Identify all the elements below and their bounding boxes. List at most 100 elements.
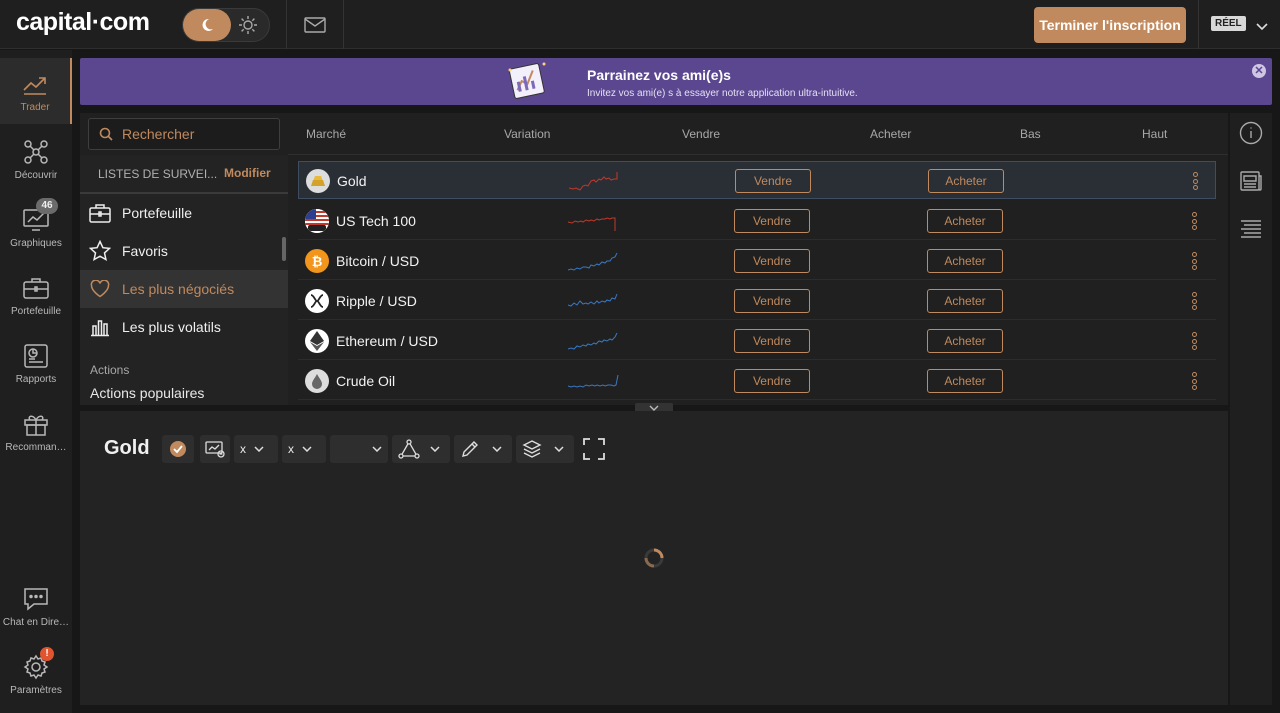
- watchlist-item-most-volatile[interactable]: Les plus volatils: [80, 308, 288, 346]
- nav-item-label: Portefeuille: [10, 305, 62, 317]
- buy-button[interactable]: Acheter: [927, 329, 1003, 353]
- more-options-icon[interactable]: [1191, 252, 1197, 270]
- watchlist-item-popular-stocks[interactable]: Actions populaires: [90, 385, 204, 401]
- nav-item-label: Trader: [20, 101, 50, 113]
- nav-item-referrals[interactable]: Recomman…: [0, 398, 72, 464]
- sell-button[interactable]: Vendre: [734, 329, 810, 353]
- interval-select[interactable]: x: [234, 435, 278, 463]
- gear-icon: !: [22, 646, 54, 681]
- news-icon[interactable]: [1239, 169, 1263, 193]
- sun-icon[interactable]: [235, 13, 261, 37]
- buy-button[interactable]: Acheter: [927, 289, 1003, 313]
- nav-item-settings[interactable]: ! Paramètres: [0, 641, 72, 707]
- period-select[interactable]: x: [282, 435, 326, 463]
- logo[interactable]: capital·com: [16, 8, 150, 37]
- right-rail: [1230, 113, 1272, 705]
- chevron-down-icon: [430, 446, 440, 452]
- nav-item-reports[interactable]: Rapports: [0, 330, 72, 396]
- market-row-ripple-usd[interactable]: Ripple / USD Vendre Acheter: [298, 282, 1216, 320]
- order-book-icon[interactable]: [1239, 217, 1263, 241]
- indicators-button[interactable]: [200, 435, 230, 463]
- gold-bar-icon: [306, 169, 330, 193]
- column-header-change[interactable]: Variation: [504, 127, 550, 141]
- column-header-low[interactable]: Bas: [1020, 127, 1041, 141]
- interval-value: x: [240, 442, 246, 456]
- sparkline-chart: [568, 293, 618, 307]
- sell-button[interactable]: Vendre: [734, 249, 810, 273]
- moon-icon[interactable]: [183, 9, 231, 41]
- briefcase-icon: [22, 274, 50, 302]
- sell-button[interactable]: Vendre: [734, 369, 810, 393]
- period-value: x: [288, 442, 294, 456]
- watchlist-item-most-traded[interactable]: Les plus négociés: [80, 270, 288, 308]
- gift-icon: [22, 410, 50, 438]
- market-name: Gold: [337, 173, 367, 189]
- sparkline-chart: [569, 172, 618, 191]
- sparkline-chart: [568, 374, 619, 388]
- theme-toggle[interactable]: [182, 8, 270, 42]
- close-icon[interactable]: ✕: [1252, 64, 1266, 78]
- column-header-buy[interactable]: Acheter: [870, 127, 911, 141]
- column-header-sell[interactable]: Vendre: [682, 127, 720, 141]
- watchlist-label: Les plus volatils: [122, 319, 221, 335]
- search-input[interactable]: [122, 126, 272, 142]
- drawing-tools-button[interactable]: [392, 435, 450, 463]
- chevron-down-icon[interactable]: [1256, 18, 1268, 36]
- more-options-icon[interactable]: [1191, 292, 1197, 310]
- market-name: Crude Oil: [336, 373, 396, 389]
- pencil-tools-button[interactable]: [454, 435, 512, 463]
- watchlist-item-favorites[interactable]: Favoris: [80, 232, 288, 270]
- chevron-down-icon: [254, 446, 264, 452]
- more-options-icon[interactable]: [1191, 332, 1197, 350]
- buy-button[interactable]: Acheter: [928, 169, 1004, 193]
- market-row-bitcoin-usd[interactable]: ₿ Bitcoin / USD Vendre Acheter: [298, 242, 1216, 280]
- chat-icon: [22, 585, 50, 613]
- us-flag-icon: [305, 209, 329, 233]
- market-row-ethereum-usd[interactable]: Ethereum / USD Vendre Acheter: [298, 322, 1216, 360]
- market-row-crude-oil[interactable]: Crude Oil Vendre Acheter: [298, 362, 1216, 400]
- mail-icon[interactable]: [302, 14, 328, 36]
- market-row-us-tech-100[interactable]: US Tech 100 Vendre Acheter: [298, 202, 1216, 240]
- buy-button[interactable]: Acheter: [927, 249, 1003, 273]
- more-options-icon[interactable]: [1191, 212, 1197, 230]
- more-options-icon[interactable]: [1192, 172, 1198, 190]
- search-box[interactable]: [88, 118, 280, 150]
- network-icon: [22, 138, 50, 166]
- buy-button[interactable]: Acheter: [927, 209, 1003, 233]
- sell-button[interactable]: Vendre: [734, 209, 810, 233]
- edit-watchlists-button[interactable]: Modifier: [224, 166, 271, 180]
- nav-item-trader[interactable]: Trader: [0, 58, 72, 124]
- chart-type-button[interactable]: [162, 435, 194, 463]
- watchlist-item-portfolio[interactable]: Portefeuille: [80, 194, 288, 232]
- watchlist-label: Les plus négociés: [122, 281, 235, 297]
- nav-item-label: Recomman…: [5, 441, 67, 453]
- market-name: Bitcoin / USD: [336, 253, 420, 269]
- fullscreen-icon[interactable]: [582, 437, 606, 466]
- account-type-badge[interactable]: RÉEL: [1211, 16, 1246, 31]
- chevron-down-icon: [372, 446, 382, 452]
- top-bar: capital·com Terminer l'inscription RÉEL: [0, 0, 1280, 49]
- nav-item-live-chat[interactable]: Chat en Dire…: [0, 573, 72, 639]
- column-header-high[interactable]: Haut: [1142, 127, 1167, 141]
- left-navigation: Trader Découvrir 46 Graphiques Portefeui…: [0, 50, 72, 713]
- referral-banner[interactable]: Parrainez vos ami(e)s Invitez vos ami(e)…: [80, 58, 1272, 105]
- watchlist-label: Portefeuille: [122, 205, 193, 221]
- more-options-icon[interactable]: [1191, 372, 1197, 390]
- sell-button[interactable]: Vendre: [735, 169, 811, 193]
- referral-illustration: [504, 60, 550, 109]
- info-icon[interactable]: [1239, 121, 1263, 145]
- nav-item-portfolio[interactable]: Portefeuille: [0, 262, 72, 328]
- buy-button[interactable]: Acheter: [927, 369, 1003, 393]
- finish-registration-button[interactable]: Terminer l'inscription: [1034, 7, 1186, 43]
- nav-item-discover[interactable]: Découvrir: [0, 126, 72, 192]
- chart-style-select[interactable]: [330, 435, 388, 463]
- nav-item-label: Découvrir: [14, 169, 58, 181]
- notification-badge: 46: [36, 197, 58, 214]
- market-row-gold[interactable]: Gold Vendre Acheter: [298, 161, 1216, 199]
- column-header-market[interactable]: Marché: [306, 127, 346, 141]
- sell-button[interactable]: Vendre: [734, 289, 810, 313]
- scrollbar[interactable]: [282, 237, 286, 261]
- nav-item-charts[interactable]: 46 Graphiques: [0, 194, 72, 260]
- pencil-icon: [462, 441, 478, 457]
- layers-button[interactable]: [516, 435, 574, 463]
